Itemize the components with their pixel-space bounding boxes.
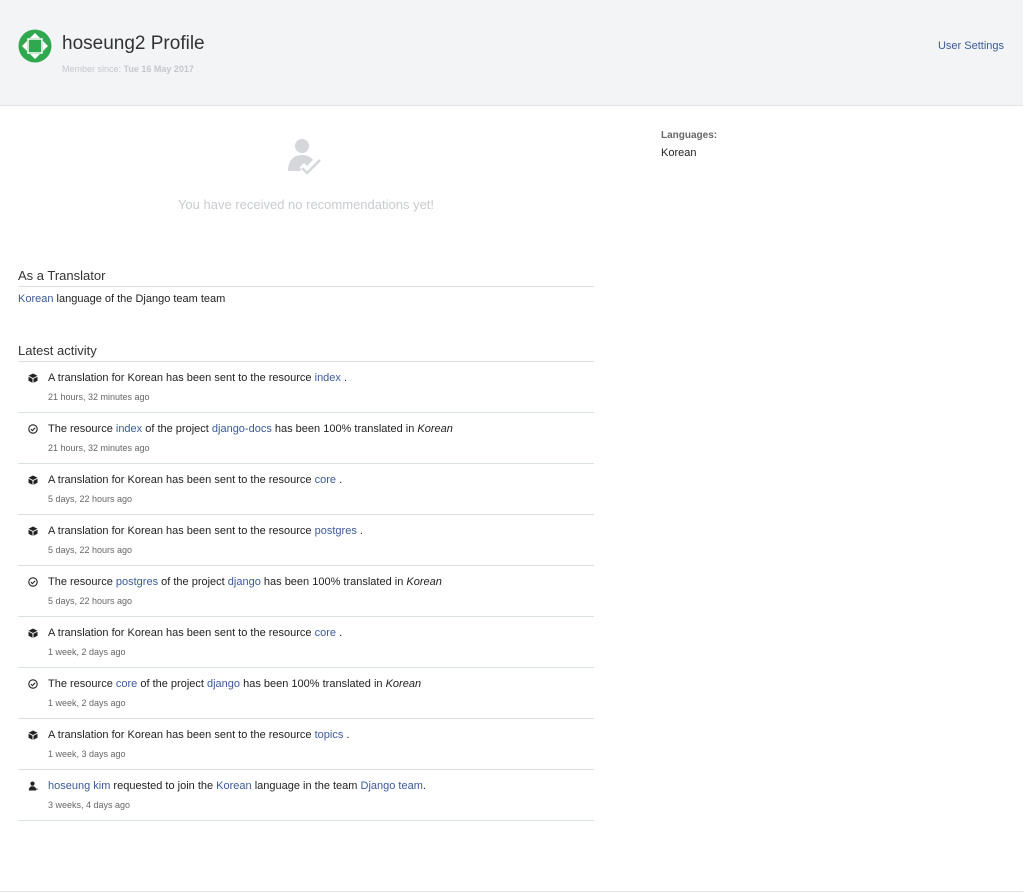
activity-text: The resource core of the project django … bbox=[48, 678, 421, 690]
language-name: Korean bbox=[406, 576, 442, 588]
activity-text: A translation for Korean has been sent t… bbox=[48, 474, 342, 486]
translator-line: Korean language of the Django team team bbox=[18, 293, 594, 305]
activity-time: 1 week, 3 days ago bbox=[48, 749, 126, 759]
activity-time: 1 week, 2 days ago bbox=[48, 698, 126, 708]
activity-item: The resource index of the project django… bbox=[18, 413, 594, 464]
translator-heading: As a Translator bbox=[18, 268, 594, 287]
translator-language-link[interactable]: Korean bbox=[18, 293, 53, 305]
activity-text-part: A translation for Korean has been sent t… bbox=[48, 729, 315, 741]
user-settings-link[interactable]: User Settings bbox=[938, 40, 1004, 52]
activity-item: A translation for Korean has been sent t… bbox=[18, 617, 594, 668]
activity-text-part: The resource bbox=[48, 423, 116, 435]
activity-text-part: . bbox=[343, 729, 350, 741]
activity-text: hoseung kim requested to join the Korean… bbox=[48, 780, 426, 792]
activity-time: 3 weeks, 4 days ago bbox=[48, 800, 131, 810]
user-check-icon bbox=[288, 139, 321, 175]
activity-item: hoseung kim requested to join the Korean… bbox=[18, 770, 594, 821]
project-link[interactable]: django bbox=[207, 678, 240, 690]
activity-text: A translation for Korean has been sent t… bbox=[48, 525, 363, 537]
box-icon bbox=[28, 526, 38, 536]
activity-text-part: of the project bbox=[142, 423, 212, 435]
activity-text-part: of the project bbox=[137, 678, 207, 690]
activity-text-part: requested to join the bbox=[110, 780, 217, 792]
recommendations-empty: You have received no recommendations yet… bbox=[18, 106, 594, 240]
box-icon bbox=[28, 373, 38, 383]
activity-section: Latest activity A translation for Korean… bbox=[18, 343, 594, 821]
resource-link[interactable]: postgres bbox=[116, 576, 158, 588]
activity-text-part: . bbox=[336, 627, 343, 639]
no-recommendations-text: You have received no recommendations yet… bbox=[177, 197, 435, 212]
sidebar: Languages: Korean bbox=[661, 130, 717, 159]
activity-text-part: A translation for Korean has been sent t… bbox=[48, 525, 315, 537]
user-link[interactable]: hoseung kim bbox=[48, 780, 110, 792]
box-icon bbox=[28, 730, 38, 740]
activity-text-part: . bbox=[336, 474, 343, 486]
activity-text: A translation for Korean has been sent t… bbox=[48, 729, 350, 741]
activity-heading: Latest activity bbox=[18, 343, 594, 362]
resource-link[interactable]: core bbox=[315, 474, 336, 486]
activity-time: 21 hours, 32 minutes ago bbox=[48, 392, 150, 402]
member-since-label: Member since: bbox=[62, 64, 122, 74]
project-link[interactable]: django-docs bbox=[212, 423, 272, 435]
activity-item: The resource postgres of the project dja… bbox=[18, 566, 594, 617]
translator-section: As a Translator Korean language of the D… bbox=[18, 268, 594, 305]
activity-item: A translation for Korean has been sent t… bbox=[18, 362, 594, 413]
page-title: hoseung2 Profile bbox=[62, 33, 205, 54]
user-icon bbox=[28, 781, 38, 791]
activity-text-part: has been 100% translated in bbox=[271, 423, 418, 435]
project-link[interactable]: django bbox=[228, 576, 261, 588]
activity-text-part: A translation for Korean has been sent t… bbox=[48, 627, 315, 639]
member-since: Member since: Tue 16 May 2017 bbox=[62, 64, 194, 74]
resource-link[interactable]: index bbox=[315, 372, 341, 384]
language-name: Korean bbox=[417, 423, 453, 435]
language-link[interactable]: Korean bbox=[216, 780, 251, 792]
resource-link[interactable]: core bbox=[315, 627, 336, 639]
activity-time: 5 days, 22 hours ago bbox=[48, 545, 133, 555]
resource-link[interactable]: topics bbox=[315, 729, 344, 741]
check-circle-icon bbox=[28, 679, 38, 689]
footer-divider bbox=[0, 891, 1023, 892]
activity-text-part: A translation for Korean has been sent t… bbox=[48, 474, 315, 486]
check-circle-icon bbox=[28, 577, 38, 587]
member-since-date: Tue 16 May 2017 bbox=[123, 64, 194, 74]
activity-text-part: The resource bbox=[48, 678, 116, 690]
activity-text-part: language in the team bbox=[251, 780, 361, 792]
activity-item: A translation for Korean has been sent t… bbox=[18, 515, 594, 566]
activity-item: A translation for Korean has been sent t… bbox=[18, 464, 594, 515]
language-name: Korean bbox=[385, 678, 422, 690]
avatar bbox=[18, 29, 52, 63]
activity-item: The resource core of the project django … bbox=[18, 668, 594, 719]
activity-text-part: . bbox=[422, 780, 426, 792]
languages-value: Korean bbox=[661, 147, 697, 159]
activity-text: A translation for Korean has been sent t… bbox=[48, 372, 347, 384]
activity-time: 5 days, 22 hours ago bbox=[48, 494, 133, 504]
activity-text: The resource index of the project django… bbox=[48, 423, 453, 435]
box-icon bbox=[28, 475, 38, 485]
profile-header: hoseung2 Profile Member since: Tue 16 Ma… bbox=[0, 0, 1023, 106]
activity-time: 1 week, 2 days ago bbox=[48, 647, 126, 657]
check-circle-icon bbox=[28, 424, 38, 434]
activity-text-part: . bbox=[356, 525, 363, 537]
activity-text: The resource postgres of the project dja… bbox=[48, 576, 442, 588]
activity-text-part: of the project bbox=[158, 576, 228, 588]
languages-label: Languages: bbox=[661, 130, 718, 141]
activity-text-part: A translation for Korean has been sent t… bbox=[48, 372, 315, 384]
activity-text-part: has been 100% translated in bbox=[240, 678, 386, 690]
activity-text-part: has been 100% translated in bbox=[260, 576, 407, 588]
activity-text: A translation for Korean has been sent t… bbox=[48, 627, 342, 639]
activity-text-part: . bbox=[340, 372, 348, 384]
activity-time: 5 days, 22 hours ago bbox=[48, 596, 133, 606]
resource-link[interactable]: core bbox=[116, 678, 137, 690]
activity-item: A translation for Korean has been sent t… bbox=[18, 719, 594, 770]
team-link[interactable]: Django team bbox=[361, 780, 423, 792]
resource-link[interactable]: index bbox=[116, 423, 142, 435]
resource-link[interactable]: postgres bbox=[315, 525, 357, 537]
activity-text-part: The resource bbox=[48, 576, 116, 588]
activity-time: 21 hours, 32 minutes ago bbox=[48, 443, 150, 453]
activity-list: A translation for Korean has been sent t… bbox=[18, 362, 594, 821]
translator-team-text: language of the Django team team bbox=[56, 293, 226, 305]
box-icon bbox=[28, 628, 38, 638]
main-column: You have received no recommendations yet… bbox=[18, 106, 594, 821]
